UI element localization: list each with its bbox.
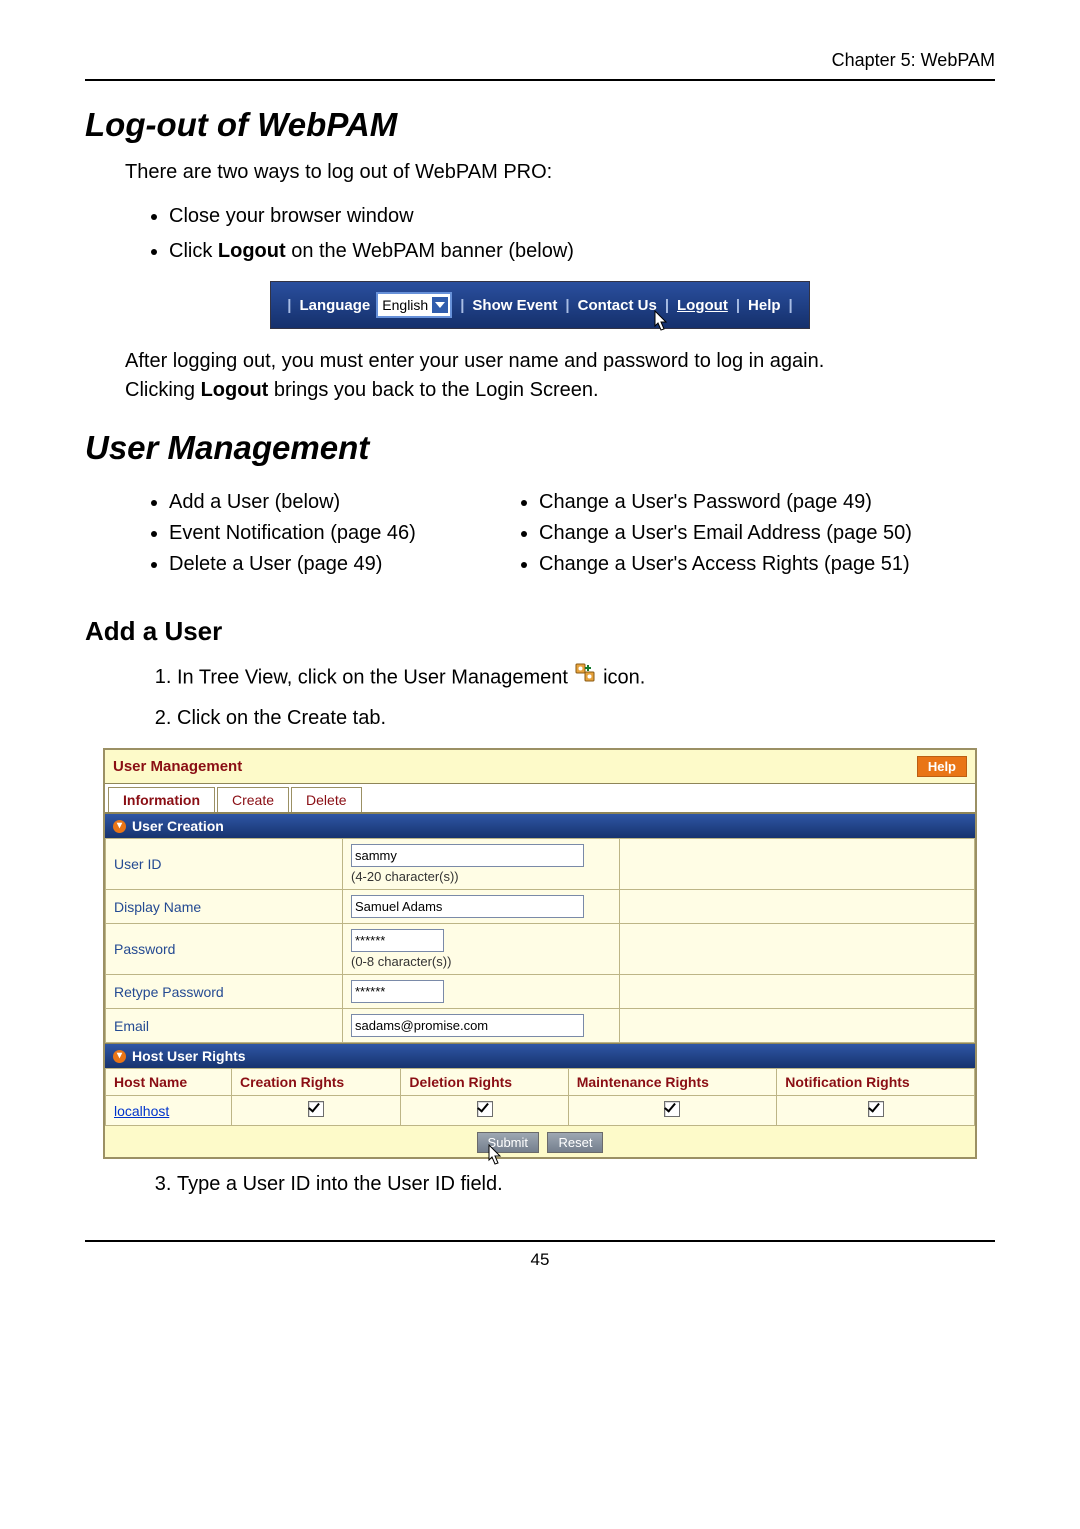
banner-logout[interactable]: Logout xyxy=(677,297,728,314)
email-field[interactable] xyxy=(351,1014,584,1037)
checkbox-maintenance[interactable] xyxy=(664,1101,680,1117)
checkbox-notification[interactable] xyxy=(868,1101,884,1117)
collapse-icon[interactable]: ▾ xyxy=(113,1050,126,1063)
col-maintenance: Maintenance Rights xyxy=(568,1069,777,1096)
section-user-creation: ▾ User Creation xyxy=(105,813,975,838)
banner-help[interactable]: Help xyxy=(748,297,781,314)
col-creation: Creation Rights xyxy=(231,1069,400,1096)
logout-intro: There are two ways to log out of WebPAM … xyxy=(125,158,995,187)
section-host-rights: ▾ Host User Rights xyxy=(105,1043,975,1068)
logout-bullets: Close your browser window Click Logout o… xyxy=(125,201,995,267)
logout-after-text: After logging out, you must enter your u… xyxy=(125,347,995,405)
host-rights-table: Host Name Creation Rights Deletion Right… xyxy=(105,1068,975,1126)
password-hint: (0-8 character(s)) xyxy=(351,954,611,969)
page-number: 45 xyxy=(85,1240,995,1270)
panel-help-button[interactable]: Help xyxy=(917,756,967,777)
checkbox-deletion[interactable] xyxy=(477,1101,493,1117)
topic-change-pw: Change a User's Password (page 49) xyxy=(539,487,995,518)
table-row: localhost xyxy=(106,1096,975,1126)
label-email: Email xyxy=(106,1009,343,1043)
col-hostname: Host Name xyxy=(106,1069,232,1096)
tab-delete[interactable]: Delete xyxy=(291,787,361,812)
label-password: Password xyxy=(106,924,343,975)
topic-change-rights: Change a User's Access Rights (page 51) xyxy=(539,549,995,580)
reset-button[interactable]: Reset xyxy=(547,1132,603,1153)
panel-title: User Management xyxy=(113,758,242,775)
language-label: Language xyxy=(299,297,370,314)
user-creation-form: User ID (4-20 character(s)) Display Name… xyxy=(105,838,975,1043)
topic-delete-user: Delete a User (page 49) xyxy=(169,549,495,580)
tab-information[interactable]: Information xyxy=(108,787,215,812)
col-deletion: Deletion Rights xyxy=(401,1069,568,1096)
host-link[interactable]: localhost xyxy=(114,1103,169,1119)
userid-hint: (4-20 character(s)) xyxy=(351,869,611,884)
submit-button[interactable]: Submit xyxy=(477,1132,539,1153)
add-user-steps: In Tree View, click on the User Manageme… xyxy=(133,661,995,734)
label-userid: User ID xyxy=(106,839,343,890)
topic-change-email: Change a User's Email Address (page 50) xyxy=(539,518,995,549)
panel-tabs: Information Create Delete xyxy=(105,783,975,813)
step-3: Type a User ID into the User ID field. xyxy=(177,1169,995,1200)
displayname-field[interactable] xyxy=(351,895,584,918)
user-mgmt-panel: User Management Help Information Create … xyxy=(103,748,977,1159)
user-mgmt-topics: Add a User (below) Event Notification (p… xyxy=(125,481,995,586)
topic-event-notif: Event Notification (page 46) xyxy=(169,518,495,549)
bullet-click-logout: Click Logout on the WebPAM banner (below… xyxy=(169,236,995,267)
label-displayname: Display Name xyxy=(106,890,343,924)
chapter-header: Chapter 5: WebPAM xyxy=(85,50,995,81)
topic-add-user: Add a User (below) xyxy=(169,487,495,518)
step-1: In Tree View, click on the User Manageme… xyxy=(177,661,995,695)
chevron-down-icon xyxy=(432,297,448,313)
webpam-banner: | Language English | Show Event | Contac… xyxy=(270,281,810,329)
bullet-close-browser: Close your browser window xyxy=(169,201,995,232)
retype-password-field[interactable] xyxy=(351,980,444,1003)
password-field[interactable] xyxy=(351,929,444,952)
banner-contact-us[interactable]: Contact Us xyxy=(578,297,657,314)
userid-field[interactable] xyxy=(351,844,584,867)
heading-logout: Log-out of WebPAM xyxy=(85,106,995,144)
heading-user-mgmt: User Management xyxy=(85,429,995,467)
user-management-icon xyxy=(574,661,598,695)
checkbox-creation[interactable] xyxy=(308,1101,324,1117)
label-retype-password: Retype Password xyxy=(106,975,343,1009)
banner-show-event[interactable]: Show Event xyxy=(472,297,557,314)
heading-add-user: Add a User xyxy=(85,616,995,647)
tab-create[interactable]: Create xyxy=(217,787,289,812)
collapse-icon[interactable]: ▾ xyxy=(113,820,126,833)
language-select[interactable]: English xyxy=(376,292,452,318)
step-2: Click on the Create tab. xyxy=(177,703,995,734)
add-user-steps-cont: Type a User ID into the User ID field. xyxy=(133,1169,995,1200)
col-notification: Notification Rights xyxy=(777,1069,975,1096)
